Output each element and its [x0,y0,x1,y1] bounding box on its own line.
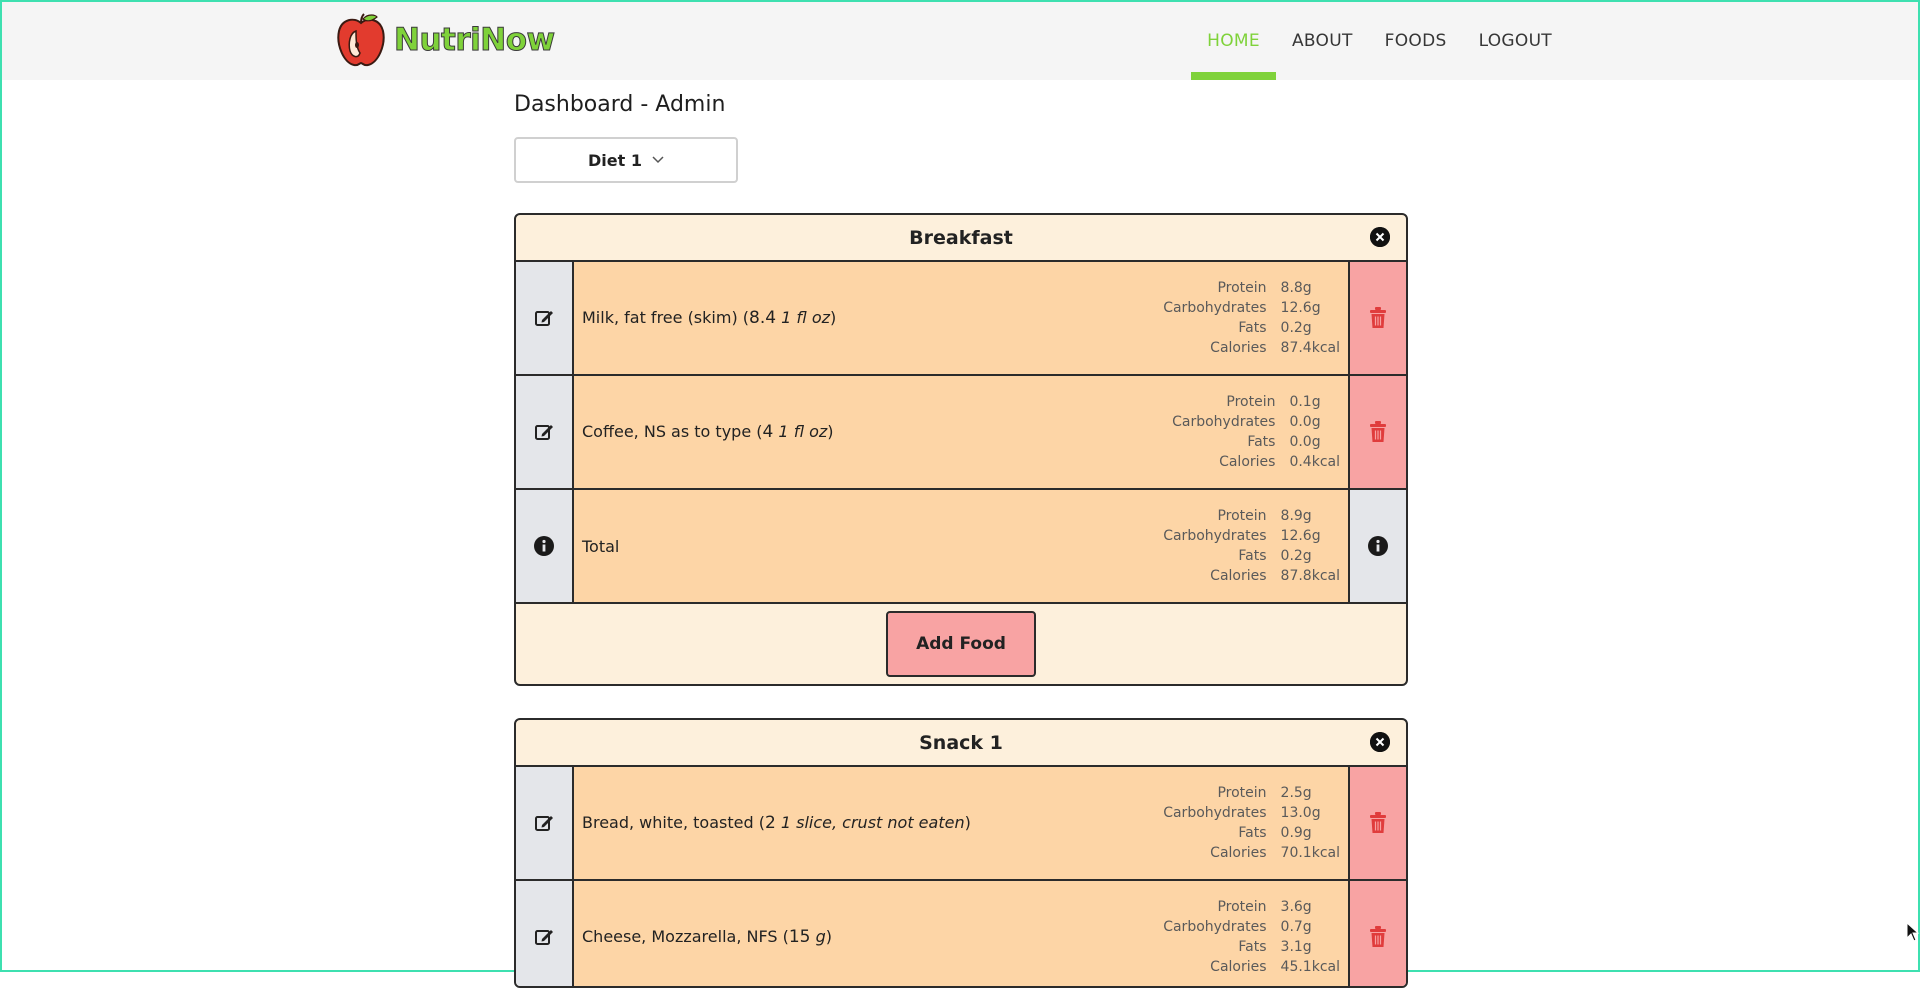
food-name: Bread, white, toasted (2 1 slice, crust … [582,813,971,833]
food-row: Milk, fat free (skim) (8.4 1 fl oz) Prot… [516,262,1406,376]
info-icon [534,536,554,556]
nutrient-list: Protein 3.6g Carbohydrates 0.7g Fats 3.1g C… [1163,899,1340,975]
nav-links: HOME ABOUT FOODS LOGOUT [1191,2,1568,80]
apple-logo-icon [337,13,385,67]
diet-select-value: Diet 1 [588,150,642,170]
food-name: Cheese, Mozzarella, NFS (15 g) [582,927,832,947]
food-info: Bread, white, toasted (2 1 slice, crust … [574,767,1348,879]
food-info: Coffee, NS as to type (4 1 fl oz) Protei… [574,376,1348,488]
nav-home[interactable]: HOME [1191,2,1276,80]
brand-logo[interactable]: NutriNow [334,12,556,68]
brand-name: NutriNow [394,22,556,59]
trash-icon [1370,307,1386,328]
trash-icon [1370,926,1386,947]
add-food-button[interactable]: Add Food [886,611,1036,677]
meal-header: Snack 1 [516,720,1406,767]
total-info: Total Protein 8.9g Carbohydrates 12.6g Fat… [574,490,1348,602]
meal-card-snack-1: Snack 1 Bread, white, toasted (2 1 slice… [514,718,1408,988]
edit-button[interactable] [516,767,574,879]
nutrient-list: Protein 8.9g Carbohydrates 12.6g Fats 0.2g … [1163,508,1340,584]
nav-about[interactable]: ABOUT [1276,2,1369,80]
food-row: Coffee, NS as to type (4 1 fl oz) Protei… [516,376,1406,490]
edit-icon [535,930,553,945]
nutrient-list: Protein 2.5g Carbohydrates 13.0g Fats 0.9g … [1163,785,1340,861]
edit-button[interactable] [516,376,574,488]
edit-button[interactable] [516,262,574,374]
nutrient-list: Protein 8.8g Carbohydrates 12.6g Fats 0.2g … [1163,280,1340,356]
edit-icon [535,311,553,326]
diet-select[interactable]: Diet 1 [514,137,738,183]
food-row: Bread, white, toasted (2 1 slice, crust … [516,767,1406,881]
close-circle-icon[interactable] [1370,732,1390,752]
page-title: Dashboard - Admin [514,92,726,117]
food-name: Milk, fat free (skim) (8.4 1 fl oz) [582,308,837,328]
close-circle-icon[interactable] [1370,227,1390,247]
delete-button[interactable] [1348,767,1406,879]
navbar: NutriNow HOME ABOUT FOODS LOGOUT [2,2,1918,80]
delete-button[interactable] [1348,376,1406,488]
food-info: Milk, fat free (skim) (8.4 1 fl oz) Prot… [574,262,1348,374]
trash-icon [1370,421,1386,442]
nav-logout[interactable]: LOGOUT [1463,2,1568,80]
chevron-down-icon [652,152,664,168]
total-row: Total Protein 8.9g Carbohydrates 12.6g Fat… [516,490,1406,604]
nutrient-list: Protein 0.1g Carbohydrates 0.0g Fats 0.0g C… [1172,394,1340,470]
meal-card-breakfast: Breakfast Milk, fat free (skim) (8.4 1 f… [514,213,1408,686]
info-button[interactable] [516,490,574,602]
meal-title: Breakfast [909,226,1013,249]
edit-icon [535,425,553,440]
add-food-row: Add Food [516,604,1406,684]
meal-header: Breakfast [516,215,1406,262]
nav-foods[interactable]: FOODS [1369,2,1463,80]
info-icon [1368,536,1388,556]
info-button[interactable] [1348,490,1406,602]
mouse-cursor-icon [1906,921,1920,946]
total-label: Total [582,536,620,556]
trash-icon [1370,812,1386,833]
edit-icon [535,816,553,831]
food-name: Coffee, NS as to type (4 1 fl oz) [582,422,834,442]
delete-button[interactable] [1348,262,1406,374]
meal-title: Snack 1 [919,731,1003,754]
